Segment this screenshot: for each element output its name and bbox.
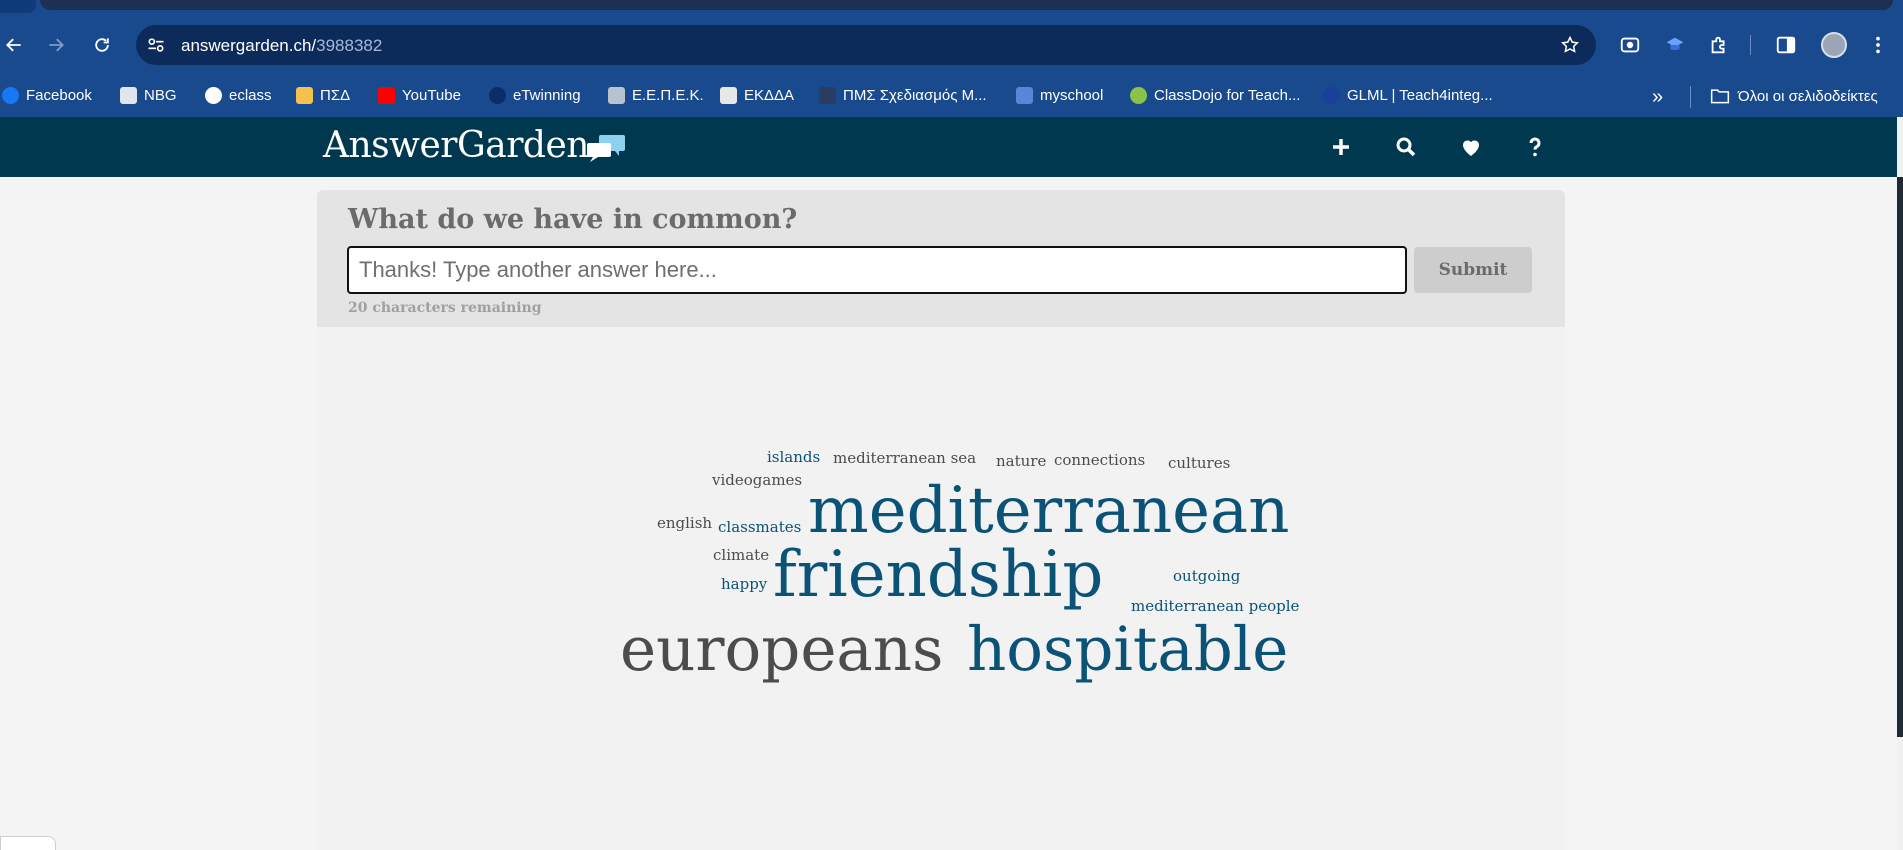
cloud-word[interactable]: mediterranean people <box>1131 599 1299 614</box>
speech-bubbles-icon <box>587 135 625 162</box>
bookmark-label: NBG <box>144 87 177 104</box>
reload-icon <box>95 38 109 52</box>
cloud-word[interactable]: connections <box>1054 453 1145 468</box>
page-scrollbar[interactable] <box>1897 117 1903 850</box>
cloud-word[interactable]: outgoing <box>1173 569 1240 584</box>
etwinning-icon <box>489 87 506 104</box>
add-button[interactable] <box>1325 131 1357 163</box>
bookmark-eepek[interactable]: Ε.Ε.Π.Ε.Κ. <box>608 87 704 104</box>
bookmark-myschool[interactable]: myschool <box>1016 87 1103 104</box>
bookmark-label: ΠΣΔ <box>320 87 351 104</box>
answergarden-panel: What do we have in common? Submit 20 cha… <box>317 190 1565 850</box>
globe-icon <box>205 87 222 104</box>
cloud-word[interactable]: europeans <box>620 619 943 680</box>
cloud-word[interactable]: classmates <box>718 520 801 535</box>
plus-icon <box>1333 139 1349 155</box>
bookmarks-overflow-button[interactable]: » <box>1652 86 1663 109</box>
search-button[interactable] <box>1390 131 1422 163</box>
question-icon <box>1529 137 1541 157</box>
url-text[interactable]: answergarden.ch/3988382 <box>181 36 382 56</box>
all-bookmarks-label: Όλοι οι σελιδοδείκτες <box>1738 87 1878 105</box>
forward-button[interactable] <box>42 31 70 59</box>
tab-strip <box>0 0 1903 13</box>
scrollbar-thumb[interactable] <box>1897 177 1903 737</box>
cloud-word[interactable]: cultures <box>1168 456 1230 471</box>
cloud-word[interactable]: nature <box>996 454 1046 469</box>
toolbar-separator <box>1750 35 1751 55</box>
cloud-word[interactable]: english <box>657 516 712 531</box>
kebab-menu-icon[interactable] <box>1866 33 1890 57</box>
bookmark-pms[interactable]: ΠΜΣ Σχεδιασμός Μ... <box>819 87 987 104</box>
myschool-icon <box>1016 87 1033 104</box>
heart-icon <box>1463 140 1479 156</box>
all-bookmarks-button[interactable]: Όλοι οι σελιδοδείκτες <box>1710 87 1878 105</box>
url-path: 3988382 <box>316 36 383 55</box>
classdojo-icon <box>1130 87 1147 104</box>
side-panel-icon[interactable] <box>1774 33 1798 57</box>
arrow-right-icon <box>49 38 64 52</box>
cloud-word[interactable]: mediterranean sea <box>833 451 976 466</box>
bookmark-psd[interactable]: ΠΣΔ <box>296 87 350 104</box>
nbg-icon <box>120 87 137 104</box>
bookmark-nbg[interactable]: NBG <box>120 87 177 104</box>
cloud-word[interactable]: friendship <box>773 543 1103 607</box>
cloud-word[interactable]: climate <box>713 548 769 563</box>
cloud-word[interactable]: mediterranean <box>808 479 1289 543</box>
favorites-button[interactable] <box>1455 131 1487 163</box>
psd-icon <box>296 87 313 104</box>
bookmark-label: Ε.Ε.Π.Ε.Κ. <box>632 87 704 104</box>
search-icon <box>1396 137 1416 157</box>
bookmark-label: ΠΜΣ Σχεδιασμός Μ... <box>843 87 987 104</box>
bookmark-label: Facebook <box>26 87 92 104</box>
bookmark-classdojo[interactable]: ClassDojo for Teach... <box>1130 87 1300 104</box>
cloud-word[interactable]: hospitable <box>967 619 1288 680</box>
graduation-extension-icon[interactable] <box>1663 33 1687 57</box>
graduation-cap-icon <box>819 87 836 104</box>
bookmark-ekdda[interactable]: ΕΚΔΔΑ <box>720 87 794 104</box>
eepek-icon <box>608 87 625 104</box>
bookmark-label: eclass <box>229 87 272 104</box>
folder-icon <box>1710 89 1730 104</box>
app-header: AnswerGarden <box>0 117 1897 177</box>
bookmark-label: eTwinning <box>513 87 581 104</box>
bookmark-facebook[interactable]: Facebook <box>2 87 92 104</box>
cloud-word[interactable]: videogames <box>712 473 802 488</box>
bookmark-eclass[interactable]: eclass <box>205 87 272 104</box>
bookmark-etwinning[interactable]: eTwinning <box>489 87 581 104</box>
cloud-word[interactable]: islands <box>767 450 820 465</box>
bookmark-star-icon[interactable] <box>1560 35 1580 55</box>
bookmark-label: ClassDojo for Teach... <box>1154 87 1301 104</box>
bookmark-label: YouTube <box>402 87 461 104</box>
active-tab[interactable] <box>0 0 36 13</box>
bookmark-glml[interactable]: GLML | Teach4integ... <box>1323 87 1493 104</box>
address-bar[interactable]: answergarden.ch/3988382 <box>136 25 1596 65</box>
tab-bar <box>40 0 1893 10</box>
ekdda-icon <box>720 87 737 104</box>
youtube-icon <box>378 87 395 104</box>
bookmark-label: ΕΚΔΔΑ <box>744 87 795 104</box>
corner-widget[interactable] <box>0 836 56 850</box>
bookmarks-bar: Facebook NBG eclass ΠΣΔ YouTube eTwinnin… <box>0 77 1903 117</box>
extensions-puzzle-icon[interactable] <box>1707 33 1731 57</box>
reload-button[interactable] <box>88 31 116 59</box>
screenshot-extension-icon[interactable] <box>1618 33 1642 57</box>
bookmark-label: myschool <box>1040 87 1104 104</box>
browser-toolbar: answergarden.ch/3988382 <box>0 13 1903 77</box>
back-button[interactable] <box>0 31 28 59</box>
profile-avatar[interactable] <box>1821 32 1847 58</box>
bookmark-youtube[interactable]: YouTube <box>378 87 461 104</box>
cloud-word[interactable]: happy <box>721 577 767 592</box>
word-cloud: islands mediterranean sea nature connect… <box>317 190 1565 850</box>
facebook-icon <box>2 87 19 104</box>
url-host: answergarden.ch/ <box>181 36 317 55</box>
site-settings-icon[interactable] <box>146 35 166 55</box>
arrow-left-icon <box>6 38 21 52</box>
glml-icon <box>1323 87 1340 104</box>
bookmark-label: GLML | Teach4integ... <box>1347 87 1493 104</box>
app-logo[interactable]: AnswerGarden <box>323 125 589 166</box>
bookmarks-separator <box>1690 86 1691 108</box>
help-button[interactable] <box>1519 131 1551 163</box>
